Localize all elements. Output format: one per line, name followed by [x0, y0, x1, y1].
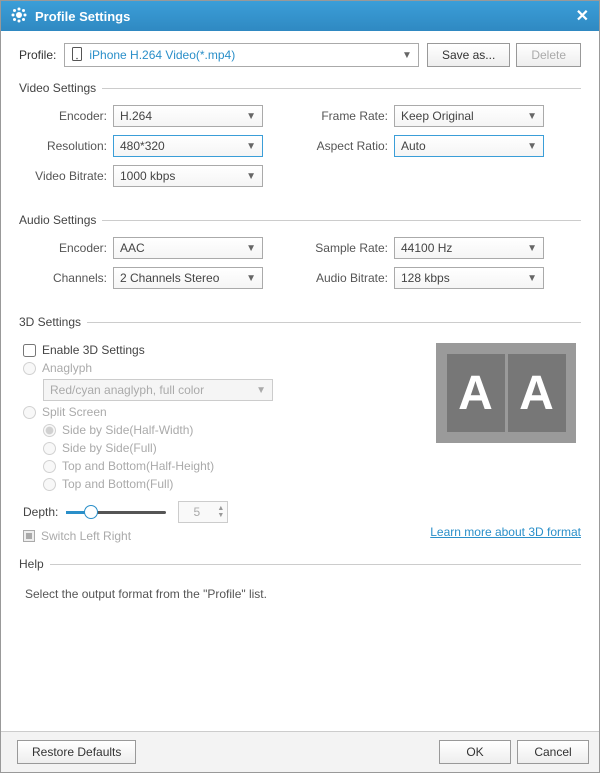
app-icon — [11, 7, 35, 26]
chevron-down-icon: ▼ — [527, 273, 537, 284]
help-text: Select the output format from the "Profi… — [25, 587, 581, 601]
video-encoder-select[interactable]: H.264▼ — [113, 105, 263, 127]
depth-spinner: 5 ▲▼ — [178, 501, 228, 523]
chevron-down-icon: ▼ — [246, 111, 256, 122]
audio-legend: Audio Settings — [19, 213, 102, 227]
phone-icon — [71, 47, 89, 64]
ok-button[interactable]: OK — [439, 740, 511, 764]
chevron-down-icon: ▼ — [402, 50, 412, 61]
resolution-select[interactable]: 480*320▼ — [113, 135, 263, 157]
channels-label: Channels: — [19, 271, 107, 285]
learn-more-link[interactable]: Learn more about 3D format — [430, 525, 581, 539]
chevron-down-icon: ▼ — [246, 273, 256, 284]
frame-rate-select[interactable]: Keep Original▼ — [394, 105, 544, 127]
cancel-button[interactable]: Cancel — [517, 740, 589, 764]
depth-slider[interactable] — [66, 505, 166, 519]
frame-rate-label: Frame Rate: — [300, 109, 388, 123]
enable-3d-checkbox[interactable]: Enable 3D Settings — [23, 343, 426, 357]
video-encoder-label: Encoder: — [19, 109, 107, 123]
close-icon[interactable]: ✕ — [576, 6, 589, 26]
sample-rate-select[interactable]: 44100 Hz▼ — [394, 237, 544, 259]
help-legend: Help — [19, 557, 50, 571]
video-settings-group: Video Settings Encoder: H.264▼ Frame Rat… — [19, 81, 581, 199]
audio-encoder-label: Encoder: — [19, 241, 107, 255]
sample-rate-label: Sample Rate: — [300, 241, 388, 255]
restore-defaults-button[interactable]: Restore Defaults — [17, 740, 136, 764]
depth-label: Depth: — [23, 505, 58, 519]
video-bitrate-label: Video Bitrate: — [19, 169, 107, 183]
delete-button: Delete — [516, 43, 581, 67]
split-screen-radio: Split Screen — [23, 405, 426, 419]
profile-label: Profile: — [19, 48, 56, 62]
video-legend: Video Settings — [19, 81, 102, 95]
footer: Restore Defaults OK Cancel — [1, 731, 599, 772]
chevron-down-icon: ▼ — [527, 141, 537, 152]
3d-legend: 3D Settings — [19, 315, 87, 329]
aspect-ratio-label: Aspect Ratio: — [300, 139, 388, 153]
3d-settings-group: 3D Settings Enable 3D Settings Anaglyph … — [19, 315, 581, 543]
video-bitrate-select[interactable]: 1000 kbps▼ — [113, 165, 263, 187]
anaglyph-select: Red/cyan anaglyph, full color▼ — [43, 379, 273, 401]
chevron-down-icon: ▼ — [527, 111, 537, 122]
3d-preview: AA — [436, 343, 576, 443]
audio-bitrate-label: Audio Bitrate: — [300, 271, 388, 285]
chevron-down-icon: ▼ — [246, 171, 256, 182]
sbs-half-radio: Side by Side(Half-Width) — [43, 423, 426, 437]
resolution-label: Resolution: — [19, 139, 107, 153]
anaglyph-radio: Anaglyph — [23, 361, 426, 375]
chevron-down-icon: ▼ — [527, 243, 537, 254]
channels-select[interactable]: 2 Channels Stereo▼ — [113, 267, 263, 289]
chevron-down-icon: ▼ — [217, 512, 224, 519]
profile-select[interactable]: iPhone H.264 Video(*.mp4) ▼ — [64, 43, 419, 67]
audio-settings-group: Audio Settings Encoder: AAC▼ Sample Rate… — [19, 213, 581, 301]
help-group: Help Select the output format from the "… — [19, 557, 581, 605]
tb-half-radio: Top and Bottom(Half-Height) — [43, 459, 426, 473]
save-as-button[interactable]: Save as... — [427, 43, 510, 67]
chevron-down-icon: ▼ — [256, 385, 266, 396]
aspect-ratio-select[interactable]: Auto▼ — [394, 135, 544, 157]
title-bar: Profile Settings ✕ — [1, 1, 599, 31]
chevron-down-icon: ▼ — [246, 243, 256, 254]
profile-value: iPhone H.264 Video(*.mp4) — [89, 48, 402, 62]
chevron-up-icon: ▲ — [217, 505, 224, 512]
sbs-full-radio: Side by Side(Full) — [43, 441, 426, 455]
switch-left-right-checkbox: Switch Left Right — [23, 529, 426, 543]
chevron-down-icon: ▼ — [246, 141, 256, 152]
tb-full-radio: Top and Bottom(Full) — [43, 477, 426, 491]
audio-bitrate-select[interactable]: 128 kbps▼ — [394, 267, 544, 289]
audio-encoder-select[interactable]: AAC▼ — [113, 237, 263, 259]
window-title: Profile Settings — [35, 9, 576, 24]
